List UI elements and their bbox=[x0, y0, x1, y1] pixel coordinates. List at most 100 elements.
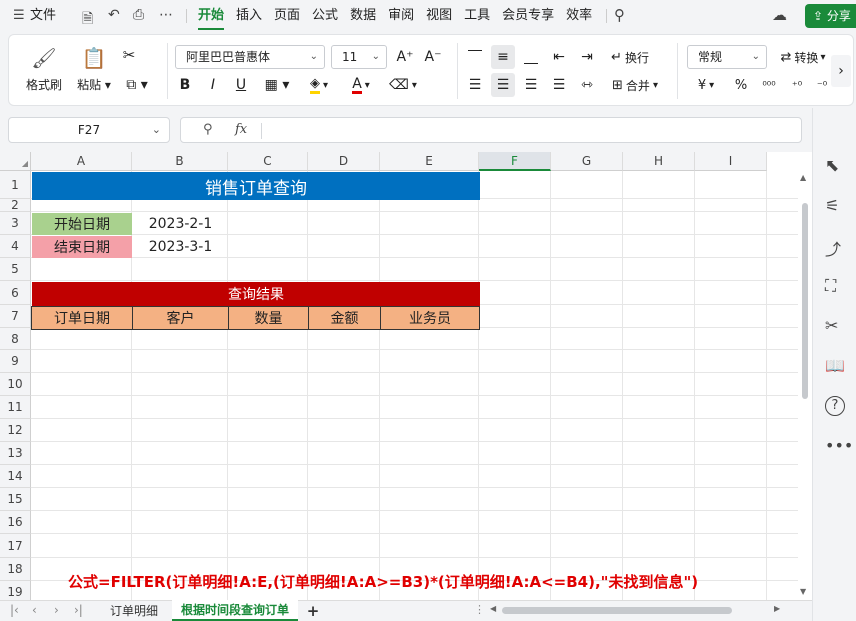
ribbon-scroll-right-button[interactable]: › bbox=[831, 55, 851, 87]
percent-button[interactable]: % bbox=[731, 75, 751, 95]
file-menu[interactable]: 文件 bbox=[24, 0, 62, 32]
column-header-H[interactable]: H bbox=[623, 152, 695, 171]
tabs-more-icon[interactable]: ⋮ bbox=[474, 603, 485, 616]
row-header-3[interactable]: 3 bbox=[0, 212, 31, 235]
formula-bar[interactable]: ⚲ fx bbox=[180, 117, 802, 143]
result-header-cell-1[interactable]: 客户 bbox=[132, 306, 229, 330]
add-sheet-button[interactable]: + bbox=[304, 601, 322, 621]
font-name-select[interactable]: 阿里巴巴普惠体 ⌄ bbox=[175, 45, 325, 69]
align-center-button[interactable]: ☰ bbox=[491, 73, 515, 97]
end-date-value-cell[interactable]: 2023-3-1 bbox=[133, 236, 228, 258]
sheet-tab-order-detail[interactable]: 订单明细 bbox=[100, 601, 168, 621]
row-header-4[interactable]: 4 bbox=[0, 235, 31, 258]
last-sheet-icon[interactable]: ›| bbox=[74, 603, 83, 617]
help-icon[interactable]: ? bbox=[825, 396, 845, 416]
row-header-1[interactable]: 1 bbox=[0, 171, 31, 199]
row-header-16[interactable]: 16 bbox=[0, 511, 31, 534]
h-scroll-left-icon[interactable]: ◀ bbox=[490, 604, 496, 613]
row-header-19[interactable]: 19 bbox=[0, 581, 31, 600]
tab-4[interactable]: 数据 bbox=[344, 0, 382, 32]
copy-button[interactable]: ⧉ ▾ bbox=[119, 75, 155, 95]
border-button[interactable]: ▦ ▾ bbox=[259, 75, 295, 95]
prev-sheet-icon[interactable]: ‹ bbox=[32, 603, 37, 617]
search-icon[interactable]: ⚲ bbox=[614, 6, 625, 24]
row-header-12[interactable]: 12 bbox=[0, 419, 31, 442]
align-middle-button[interactable]: ≡ bbox=[491, 45, 515, 69]
column-header-A[interactable]: A bbox=[31, 152, 132, 171]
row-header-17[interactable]: 17 bbox=[0, 534, 31, 558]
number-format-select[interactable]: 常规 ⌄ bbox=[687, 45, 767, 69]
format-painter-button[interactable]: 🖌 格式刷 bbox=[19, 41, 69, 97]
start-date-value-cell[interactable]: 2023-2-1 bbox=[133, 213, 228, 235]
row-header-13[interactable]: 13 bbox=[0, 442, 31, 465]
result-header-cell-4[interactable]: 业务员 bbox=[380, 306, 480, 330]
name-box[interactable]: F27 ⌄ bbox=[8, 117, 170, 143]
font-grow-button[interactable]: A⁺ bbox=[395, 47, 415, 67]
result-title-cell[interactable]: 查询结果 bbox=[32, 282, 480, 306]
justify-button[interactable]: ☰ bbox=[549, 75, 569, 95]
start-date-label-cell[interactable]: 开始日期 bbox=[32, 213, 132, 235]
book-icon[interactable]: 📖 bbox=[825, 356, 845, 376]
italic-button[interactable]: I bbox=[203, 75, 223, 95]
bold-button[interactable]: B bbox=[175, 75, 195, 95]
align-right-button[interactable]: ☰ bbox=[521, 75, 541, 95]
cut-button[interactable]: ✂ bbox=[119, 45, 139, 65]
next-sheet-icon[interactable]: › bbox=[54, 603, 59, 617]
indent-decrease-button[interactable]: ⇤ bbox=[549, 47, 569, 67]
tab-6[interactable]: 视图 bbox=[420, 0, 458, 32]
end-date-label-cell[interactable]: 结束日期 bbox=[32, 236, 132, 258]
result-header-cell-2[interactable]: 数量 bbox=[228, 306, 309, 330]
tab-3[interactable]: 公式 bbox=[306, 0, 344, 32]
column-header-E[interactable]: E bbox=[380, 152, 479, 171]
currency-button[interactable]: ¥ ▾ bbox=[689, 75, 723, 95]
distribute-button[interactable]: ⇿ bbox=[577, 75, 597, 95]
more-icon[interactable]: ⋯ bbox=[159, 7, 173, 23]
scroll-up-icon[interactable]: ▲ bbox=[800, 173, 806, 182]
font-size-select[interactable]: 11 ⌄ bbox=[331, 45, 387, 69]
align-bottom-button[interactable]: ⎽ bbox=[521, 47, 541, 67]
row-header-9[interactable]: 9 bbox=[0, 350, 31, 373]
scroll-thumb[interactable] bbox=[802, 203, 808, 399]
scroll-down-icon[interactable]: ▼ bbox=[800, 587, 806, 596]
share-button[interactable]: ⇪ 分享 bbox=[805, 4, 856, 28]
tab-1[interactable]: 插入 bbox=[230, 0, 268, 32]
font-shrink-button[interactable]: A⁻ bbox=[423, 47, 443, 67]
align-left-button[interactable]: ☰ bbox=[465, 75, 485, 95]
spreadsheet-grid[interactable]: ◢ ABCDEFGHI 1 2 3 4 5 6 7 8 9 10 11 12 13 14 15 16 17 18 1… bbox=[0, 152, 812, 600]
vertical-scrollbar[interactable]: ▲ ▼ bbox=[798, 171, 812, 600]
row-header-7[interactable]: 7 bbox=[0, 305, 31, 328]
row-header-18[interactable]: 18 bbox=[0, 558, 31, 581]
clear-button[interactable]: ⌫ ▾ bbox=[385, 75, 421, 95]
select-all-corner[interactable]: ◢ bbox=[0, 152, 31, 171]
column-header-C[interactable]: C bbox=[228, 152, 308, 171]
formula-input[interactable] bbox=[267, 121, 787, 139]
horizontal-scrollbar-thumb[interactable] bbox=[502, 607, 732, 614]
tab-0[interactable]: 开始 bbox=[192, 0, 230, 32]
convert-button[interactable]: ⇄ 转换 ▾ bbox=[773, 45, 833, 69]
column-header-G[interactable]: G bbox=[551, 152, 623, 171]
row-header-5[interactable]: 5 bbox=[0, 258, 31, 281]
wrap-text-button[interactable]: ↵ 换行 bbox=[605, 45, 655, 69]
row-header-2[interactable]: 2 bbox=[0, 199, 31, 212]
column-header-F[interactable]: F bbox=[479, 152, 551, 171]
save-icon[interactable]: 🗎 bbox=[82, 8, 93, 32]
tab-5[interactable]: 审阅 bbox=[382, 0, 420, 32]
row-header-15[interactable]: 15 bbox=[0, 488, 31, 511]
paste-button[interactable]: 📋 粘贴 ▾ bbox=[71, 41, 117, 97]
align-top-button[interactable]: ⎺ bbox=[465, 47, 485, 67]
tools-icon[interactable]: ✂ bbox=[825, 316, 845, 336]
transform-icon[interactable]: ⤴ bbox=[825, 236, 845, 259]
underline-button[interactable]: U bbox=[231, 75, 251, 95]
row-header-10[interactable]: 10 bbox=[0, 373, 31, 396]
result-header-cell-3[interactable]: 金额 bbox=[308, 306, 381, 330]
column-header-I[interactable]: I bbox=[695, 152, 767, 171]
image-icon[interactable]: ⛶ bbox=[825, 276, 845, 296]
zoom-icon[interactable]: ⚲ bbox=[203, 122, 213, 137]
row-header-8[interactable]: 8 bbox=[0, 328, 31, 350]
decrease-decimal-button[interactable]: ⁻⁰ bbox=[815, 75, 829, 95]
row-header-14[interactable]: 14 bbox=[0, 465, 31, 488]
column-header-B[interactable]: B bbox=[132, 152, 228, 171]
undo-icon[interactable]: ↶ bbox=[108, 7, 120, 23]
hamburger-menu-icon[interactable]: ☰ bbox=[13, 8, 25, 23]
print-icon[interactable]: ⎙ bbox=[133, 7, 144, 23]
